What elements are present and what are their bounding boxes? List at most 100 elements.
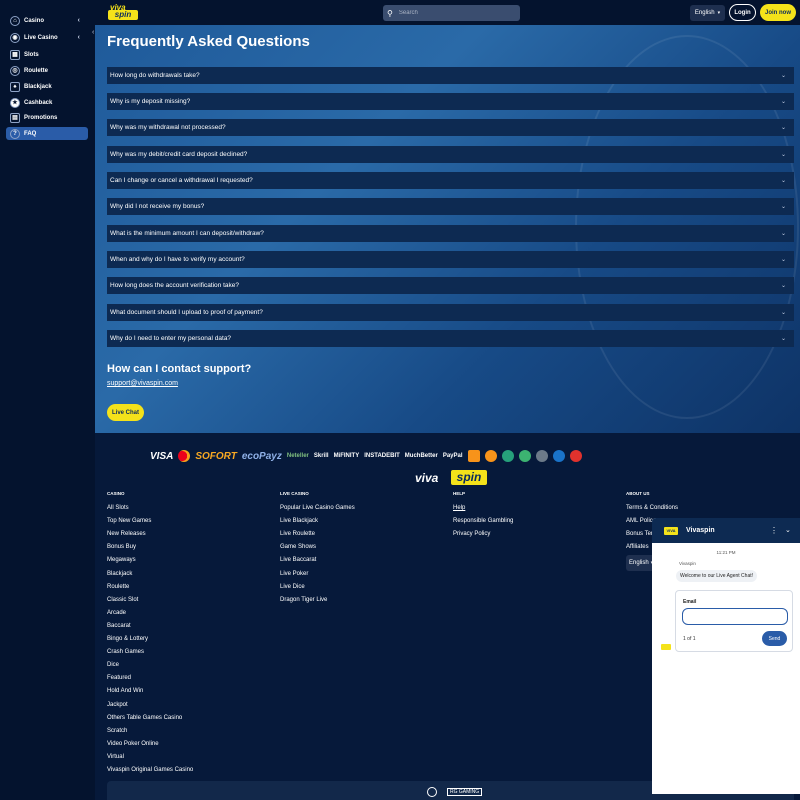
footer-heading-casino: CASINO	[107, 491, 125, 496]
faq-item[interactable]: What is the minimum amount I can deposit…	[107, 225, 794, 242]
footer-link[interactable]: Affiliates	[626, 544, 649, 550]
language-select[interactable]: English ▾	[690, 5, 725, 21]
avatar	[661, 644, 671, 650]
payment-logo: VISA	[150, 450, 174, 462]
sidebar-item-promotions[interactable]: ▤ Promotions	[6, 111, 88, 124]
sidebar-item-live-casino[interactable]: ◉ Live Casino ‹	[6, 31, 88, 44]
footer-link[interactable]: Blackjack	[107, 571, 132, 577]
footer-link[interactable]: Live Dice	[280, 584, 305, 590]
footer-link[interactable]: Help	[453, 505, 465, 511]
logo[interactable]: viva spin	[108, 3, 140, 21]
footer-link[interactable]: Hold And Win	[107, 688, 143, 694]
sidebar-item-slots[interactable]: ▦ Slots	[6, 48, 88, 61]
footer-link[interactable]: Virtual	[107, 754, 124, 760]
footer-link[interactable]: AML Polic	[626, 518, 653, 524]
faq-question: Why was my withdrawal not processed?	[110, 124, 226, 131]
faq-item[interactable]: Why did I not receive my bonus? ⌄	[107, 198, 794, 215]
live-chat-button[interactable]: Live Chat	[107, 404, 144, 421]
faq-item[interactable]: Why is my deposit missing? ⌄	[107, 93, 794, 110]
faq-item[interactable]: How long does the account verification t…	[107, 277, 794, 294]
footer-link[interactable]: Arcade	[107, 610, 126, 616]
faq-question: What document should I upload to proof o…	[110, 309, 263, 316]
footer-link[interactable]: Live Roulette	[280, 531, 315, 537]
join-now-button[interactable]: Join now	[760, 4, 796, 21]
faq-item[interactable]: When and why do I have to verify my acco…	[107, 251, 794, 268]
footer-link[interactable]: Terms & Conditions	[626, 505, 678, 511]
footer-heading-about-us: ABOUT US	[626, 491, 650, 496]
chevron-down-icon: ⌄	[780, 257, 786, 263]
chevron-down-icon: ⌄	[780, 125, 786, 131]
footer-logo[interactable]: viva spin	[415, 470, 487, 486]
footer-link[interactable]: Live Poker	[280, 571, 308, 577]
footer-link[interactable]: New Releases	[107, 531, 146, 537]
footer-link[interactable]: Privacy Policy	[453, 531, 490, 537]
sidebar-item-cashback[interactable]: ★ Cashback	[6, 96, 88, 109]
footer-link[interactable]: Jackpot	[107, 702, 128, 708]
faq-question: Can I change or cancel a withdrawal I re…	[110, 177, 253, 184]
footer-link[interactable]: Responsible Gambling	[453, 518, 513, 524]
footer-link[interactable]: Crash Games	[107, 649, 144, 655]
crypto-icon	[569, 450, 582, 462]
footer-link[interactable]: Bonus Buy	[107, 544, 136, 550]
faq-item[interactable]: Why was my debit/credit card deposit dec…	[107, 146, 794, 163]
chevron-down-icon: ⌄	[780, 99, 786, 105]
chat-email-form: Email 1 of 1 Send	[675, 590, 793, 652]
footer-link[interactable]: Bonus Ter	[626, 531, 653, 537]
search-bar[interactable]: ⚲	[383, 5, 520, 21]
faq-question: How long do withdrawals take?	[110, 72, 200, 79]
slots-icon: ▦	[10, 49, 20, 60]
chevron-left-icon[interactable]: ‹	[78, 34, 80, 41]
faq-item[interactable]: What document should I upload to proof o…	[107, 304, 794, 321]
support-email-link[interactable]: support@vivaspin.com	[107, 380, 178, 387]
chevron-down-icon: ⌄	[780, 73, 786, 79]
email-field[interactable]	[682, 608, 788, 625]
sidebar-item-casino[interactable]: ⌂ Casino ‹	[6, 14, 88, 27]
faq-item[interactable]: Can I change or cancel a withdrawal I re…	[107, 172, 794, 189]
footer-link[interactable]: Dragon Tiger Live	[280, 597, 327, 603]
footer-link[interactable]: Megaways	[107, 557, 136, 563]
sidebar-item-faq[interactable]: ? FAQ	[6, 127, 88, 140]
login-button[interactable]: Login	[729, 4, 756, 21]
logo-bottom-text: spin	[108, 10, 138, 20]
footer-link[interactable]: Bingo & Lottery	[107, 636, 148, 642]
footer-link[interactable]: All Slots	[107, 505, 129, 511]
footer-link[interactable]: Top New Games	[107, 518, 151, 524]
chevron-down-icon[interactable]: ⌄	[785, 526, 791, 534]
footer-link[interactable]: Others Table Games Casino	[107, 715, 182, 721]
faq-question: When and why do I have to verify my acco…	[110, 256, 245, 263]
footer-link[interactable]: Popular Live Casino Games	[280, 505, 355, 511]
tron-icon	[552, 450, 565, 462]
payment-logo: MiFINITY	[333, 453, 360, 459]
payment-logo: Skrill	[313, 453, 329, 459]
footer-link[interactable]: Baccarat	[107, 623, 131, 629]
send-button[interactable]: Send	[762, 631, 787, 646]
sidebar-collapse-icon[interactable]: ‹	[92, 29, 94, 36]
payment-logo: SOFORT	[195, 450, 237, 462]
form-pager: 1 of 1	[683, 636, 696, 642]
footer-link[interactable]: Video Poker Online	[107, 741, 159, 747]
footer-link[interactable]: Dice	[107, 662, 119, 668]
footer-link[interactable]: Game Shows	[280, 544, 316, 550]
sidebar-item-label: Promotions	[24, 114, 58, 121]
promotions-icon: ▤	[10, 112, 20, 123]
more-options-icon[interactable]: ⋮	[770, 526, 778, 535]
footer-link[interactable]: Live Baccarat	[280, 557, 316, 563]
faq-item[interactable]: Why was my withdrawal not processed? ⌄	[107, 119, 794, 136]
footer-link[interactable]: Vivaspin Original Games Casino	[107, 767, 193, 773]
sidebar-item-roulette[interactable]: ◎ Roulette	[6, 64, 88, 77]
footer-link[interactable]: Live Blackjack	[280, 518, 318, 524]
chevron-left-icon[interactable]: ‹	[78, 17, 80, 24]
footer-link[interactable]: Scratch	[107, 728, 127, 734]
faq-item[interactable]: Why do I need to enter my personal data?…	[107, 330, 794, 347]
sidebar-item-label: FAQ	[24, 130, 37, 137]
footer-link[interactable]: Classic Slot	[107, 597, 138, 603]
search-input[interactable]	[396, 9, 507, 17]
faq-item[interactable]: How long do withdrawals take? ⌄	[107, 67, 794, 84]
footer-link[interactable]: Roulette	[107, 584, 129, 590]
sidebar-item-blackjack[interactable]: ♠ Blackjack	[6, 80, 88, 93]
logo-left-text: viva	[415, 471, 439, 485]
chevron-down-icon: ⌄	[780, 283, 786, 289]
footer-link[interactable]: Featured	[107, 675, 131, 681]
chevron-down-icon: ⌄	[780, 231, 786, 237]
sidebar-item-label: Cashback	[24, 99, 53, 106]
